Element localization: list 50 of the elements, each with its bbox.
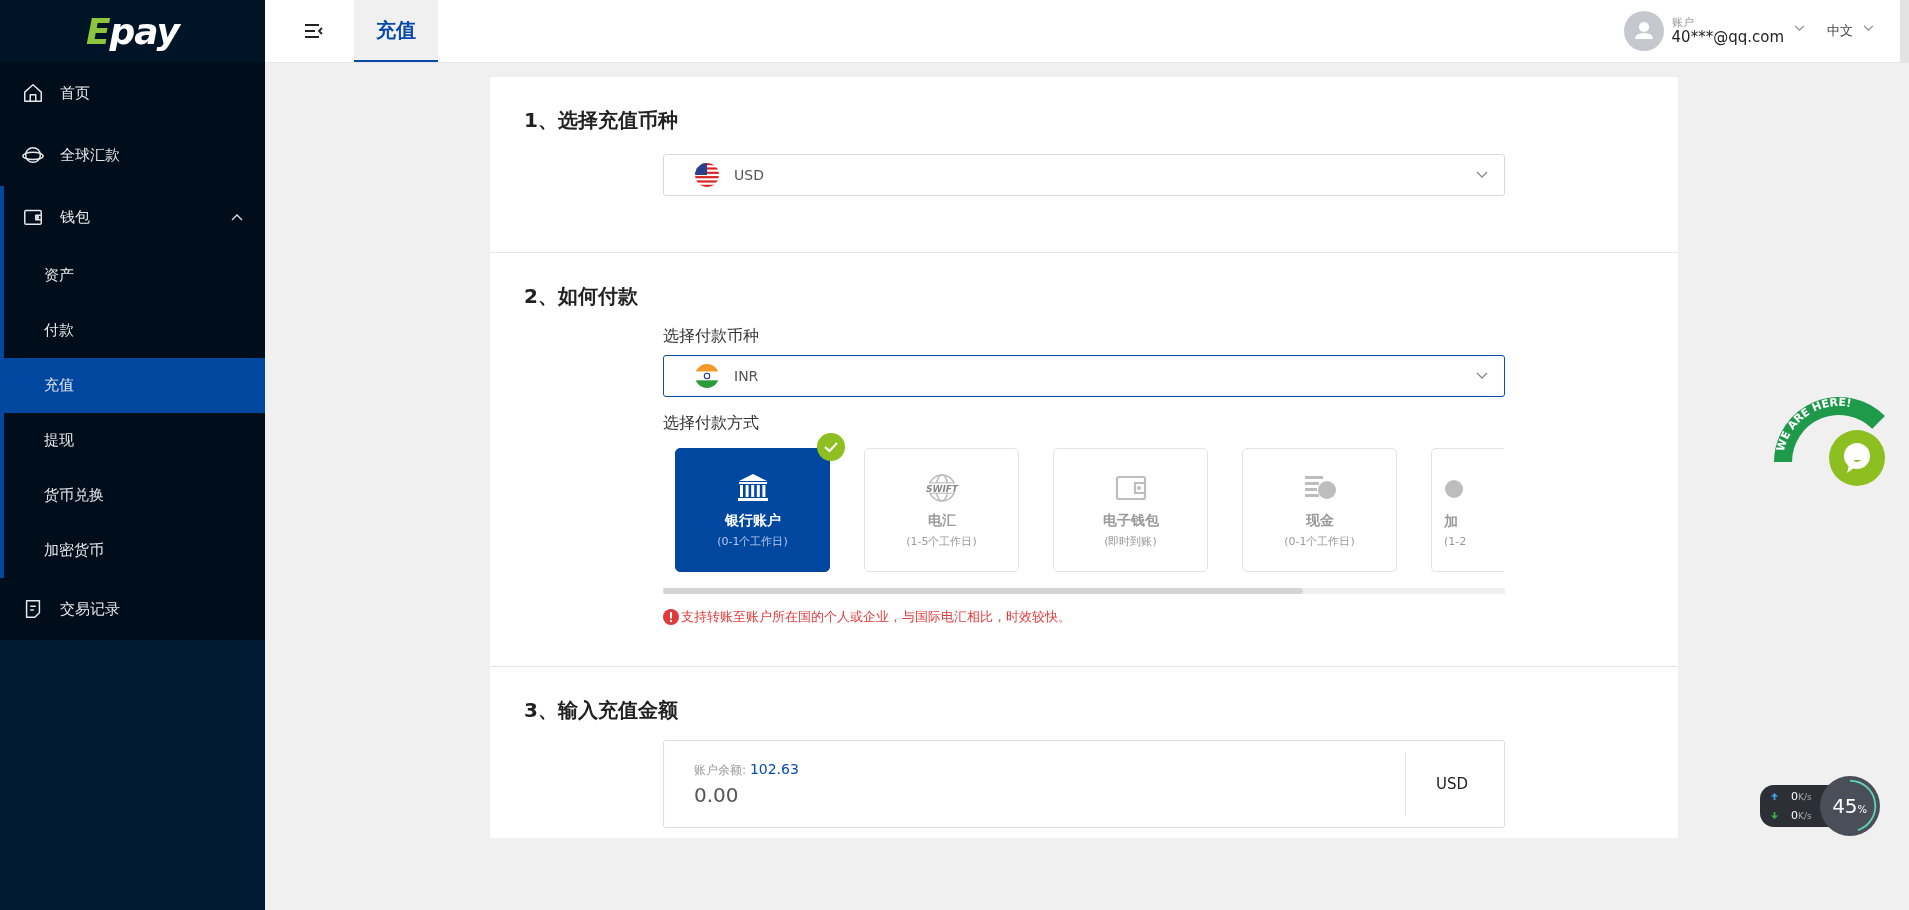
- account-label: 账户: [1671, 16, 1695, 29]
- warning-icon: [663, 609, 679, 625]
- sidebar-subitem[interactable]: 提现: [4, 413, 265, 468]
- amount-field[interactable]: 账户余额: 102.63 0.00 USD: [663, 740, 1505, 828]
- caret-icon: [1476, 372, 1488, 380]
- download-arrow-icon: [1770, 811, 1779, 820]
- checkmark-icon: [817, 433, 845, 461]
- currency-select[interactable]: INR: [663, 355, 1505, 397]
- sidebar-item[interactable]: 首页: [0, 62, 265, 124]
- upload-speed: 0K/s: [1791, 790, 1812, 803]
- home-icon: [22, 82, 44, 104]
- us-flag-icon: [694, 162, 720, 188]
- page-tab[interactable]: 充值: [354, 0, 438, 62]
- account-email[interactable]: 40***@qq.com: [1671, 28, 1784, 46]
- caret-icon: [1476, 171, 1488, 179]
- amount-value: 0.00: [694, 783, 740, 807]
- caret-icon[interactable]: [1794, 24, 1805, 32]
- menu-icon[interactable]: [304, 23, 324, 39]
- planet-icon: [22, 144, 44, 166]
- sidebar-subitem[interactable]: 付款: [4, 303, 265, 358]
- download-speed: 0K/s: [1791, 809, 1812, 822]
- field-label: 选择付款方式: [663, 413, 760, 434]
- sidebar-subitem[interactable]: 资产: [4, 248, 265, 303]
- chevron-icon[interactable]: [231, 213, 243, 221]
- sidebar-item[interactable]: 全球汇款: [0, 124, 265, 186]
- section-title: 2、如何付款: [524, 283, 639, 310]
- balance-label: 账户余额:: [694, 763, 747, 777]
- section-title: 1、选择充值币种: [524, 107, 679, 134]
- upload-arrow-icon: [1770, 792, 1779, 801]
- coin-icon: [1444, 478, 1464, 499]
- india-flag-icon: [694, 363, 720, 389]
- currency-select[interactable]: USD: [663, 154, 1505, 196]
- language-selector[interactable]: 中文: [1827, 22, 1853, 40]
- field-label: 选择付款币种: [663, 326, 760, 347]
- sidebar-subitem[interactable]: 加密货币: [4, 523, 265, 578]
- notice-text: 支持转账至账户所在国的个人或企业，与国际电汇相比，时效较快。: [681, 608, 1071, 626]
- payment-method-tile[interactable]: SWIFT 电汇 (1-5个工作日): [864, 448, 1019, 572]
- sidebar-item[interactable]: 钱包: [4, 186, 265, 248]
- sidebar-item[interactable]: 交易记录: [0, 578, 265, 640]
- memory-percent: 45%: [1832, 794, 1868, 818]
- payment-method-tile[interactable]: 银行账户 (0-1个工作日): [675, 448, 830, 572]
- epay-logo[interactable]: Epay: [86, 10, 179, 52]
- currency-label: USD: [1404, 753, 1504, 815]
- section-title: 3、输入充值金额: [524, 697, 679, 724]
- sidebar-subitem[interactable]: 货币兑换: [4, 468, 265, 523]
- balance-value: 102.63: [749, 761, 799, 777]
- scrollbar[interactable]: [1900, 0, 1909, 62]
- caret-icon[interactable]: [1863, 24, 1874, 32]
- scrollbar[interactable]: [663, 588, 1505, 594]
- avatar-icon[interactable]: [1623, 11, 1664, 51]
